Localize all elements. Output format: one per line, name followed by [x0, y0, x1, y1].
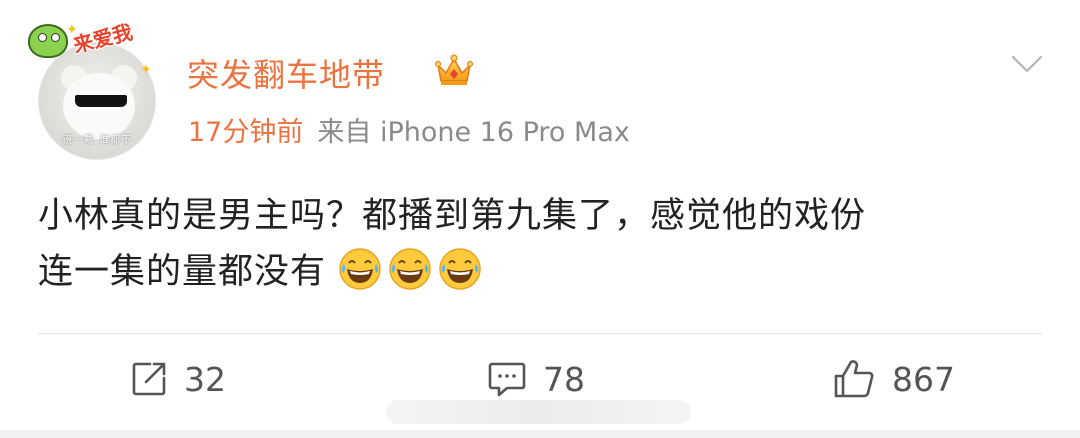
- repost-icon: [132, 362, 166, 396]
- frog-sticker-icon: [28, 24, 68, 58]
- watermark: [386, 400, 691, 424]
- username[interactable]: 突发翻车地带: [187, 50, 385, 96]
- crown-icon[interactable]: [434, 53, 474, 87]
- thumbs-up-icon: [834, 360, 874, 398]
- post-time: 17分钟前: [188, 117, 304, 148]
- avatar-caption: 镜一戴 谁都不: [61, 135, 133, 146]
- post-text-line: 连一集的量都没有: [38, 244, 1038, 300]
- post-source: 来自 iPhone 16 Pro Max: [317, 117, 630, 148]
- star-icon: ✦: [140, 62, 152, 78]
- post-meta: 17分钟前 来自 iPhone 16 Pro Max: [188, 110, 630, 149]
- comment-icon: [488, 362, 526, 397]
- bottom-separator: [0, 430, 1080, 438]
- laugh-cry-emoji-icon: [389, 248, 431, 290]
- chevron-down-icon[interactable]: [1010, 52, 1044, 76]
- weibo-post: 镜一戴 谁都不 来爱我 ✦ ✦ 突发翻车地带 17分钟前 来自 iPhone 16…: [0, 0, 1080, 438]
- like-button[interactable]: 867: [832, 356, 955, 402]
- comment-count: 78: [543, 359, 585, 399]
- post-text: 连一集的量都没有: [38, 252, 327, 292]
- repost-count: 32: [184, 359, 226, 399]
- post-text-line: 小林真的是男主吗？都播到第九集了，感觉他的戏份: [38, 196, 867, 236]
- divider: [38, 333, 1042, 334]
- sunglasses: [75, 95, 127, 107]
- laugh-cry-emoji-icon: [439, 248, 481, 290]
- laugh-cry-emoji-icon: [339, 248, 381, 290]
- post-content: 小林真的是男主吗？都播到第九集了，感觉他的戏份 连一集的量都没有: [38, 188, 1038, 300]
- like-count: 867: [892, 359, 955, 399]
- repost-button[interactable]: 32: [130, 356, 226, 402]
- star-icon: ✦: [66, 22, 78, 38]
- comment-button[interactable]: 78: [487, 356, 585, 402]
